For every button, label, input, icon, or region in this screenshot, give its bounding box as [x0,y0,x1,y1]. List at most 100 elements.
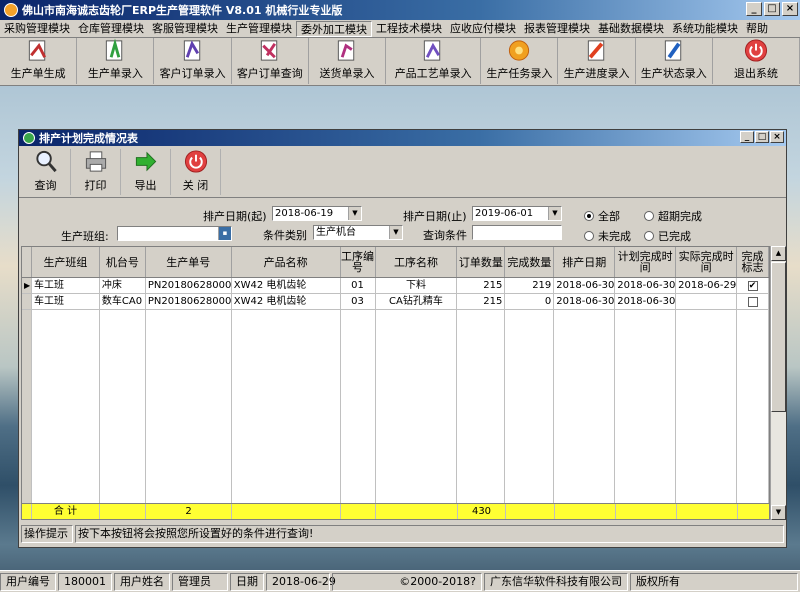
scroll-down-icon[interactable]: ▼ [771,505,786,520]
team-field[interactable]: ▪ [117,226,232,241]
cell-proc-name[interactable]: 下料 [376,278,458,293]
menu-base-data[interactable]: 基础数据模块 [594,21,668,37]
cell-team[interactable]: 车工班 [32,278,100,293]
col-header[interactable]: 机台号 [100,247,146,277]
progress-entry-button[interactable]: 生产进度录入 [558,38,636,84]
close-report-button[interactable]: 关 闭 [171,148,221,195]
customer-order-query-button[interactable]: 客户订单查询 [232,38,309,84]
row-indicator [22,294,32,309]
table-scrollbar[interactable]: ▲ ▼ [770,246,786,520]
total-qty: 430 [458,504,506,519]
user-name-label: 用户姓名 [114,572,170,591]
chevron-down-icon[interactable]: ▼ [389,226,402,239]
scroll-up-icon[interactable]: ▲ [771,246,786,261]
menu-warehouse[interactable]: 仓库管理模块 [74,21,148,37]
cell-team[interactable]: 车工班 [32,294,100,309]
menu-system[interactable]: 系统功能模块 [668,21,742,37]
radio-completed[interactable]: 已完成 [644,228,691,244]
radio-incomplete[interactable]: 未完成 [584,228,631,244]
menu-help[interactable]: 帮助 [742,21,772,37]
cell-proc-no[interactable]: 01 [341,278,376,293]
minimize-button[interactable]: _ [746,2,762,16]
cell-actual[interactable]: 2018-06-29 [676,278,738,293]
child-minimize-button[interactable]: _ [740,131,754,143]
child-close-button[interactable]: × [770,131,784,143]
cell-sched[interactable]: 2018-06-30 [554,278,616,293]
condition-type-select[interactable]: 生产机台 ▼ [313,225,403,240]
col-header[interactable]: 生产班组 [32,247,100,277]
process-sheet-button[interactable]: 产品工艺单录入 [386,38,482,84]
cell-plan[interactable]: 2018-06-30 [615,294,677,309]
cell-product[interactable]: XW42 电机齿轮 [232,278,341,293]
menu-reports[interactable]: 报表管理模块 [520,21,594,37]
cell-machine[interactable]: 冲床 [100,278,146,293]
cell-actual[interactable] [676,294,738,309]
cell-proc-name[interactable]: CA钻孔精车 [376,294,458,309]
production-task-button[interactable]: 生产任务录入 [481,38,559,84]
radio-all[interactable]: 全部 [584,208,620,224]
cell-plan[interactable]: 2018-06-30 [615,278,677,293]
cell-order-no[interactable]: PN201806280001 [146,278,232,293]
maximize-button[interactable]: □ [764,2,780,16]
delivery-note-button[interactable]: 送货单录入 [309,38,387,84]
menu-purchase[interactable]: 采购管理模块 [0,21,74,37]
menu-receivable-payable[interactable]: 应收应付模块 [446,21,520,37]
chevron-down-icon[interactable]: ▼ [548,207,561,220]
date-from-field[interactable]: 2018-06-19 ▼ [272,206,362,221]
delivery-note-icon [337,40,355,61]
generate-order-button[interactable]: 生产单生成 [0,38,78,84]
status-entry-button[interactable]: 生产状态录入 [636,38,713,84]
scroll-thumb[interactable] [771,262,786,412]
cell-done[interactable]: 219 [505,278,555,293]
table-row[interactable]: ▶ 车工班 冲床 PN201806280001 XW42 电机齿轮 01 下料 … [22,278,769,294]
production-task-icon [509,40,530,61]
copyright: ©2000-2018? [332,572,482,591]
menu-customer-service[interactable]: 客服管理模块 [148,21,222,37]
col-header[interactable]: 计划完成时间 [615,247,677,277]
cell-machine[interactable]: 数车CA0 [100,294,146,309]
table-row[interactable]: 车工班 数车CA0 PN201806280001 XW42 电机齿轮 03 CA… [22,294,769,310]
close-button[interactable]: × [782,2,798,16]
total-cell [616,504,677,519]
cell-sched[interactable]: 2018-06-30 [554,294,616,309]
user-name-value: 管理员 [172,572,228,591]
cell-flag[interactable]: ✔ [737,278,769,293]
cell-done[interactable]: 0 [505,294,555,309]
export-button[interactable]: 导出 [121,148,171,195]
completion-checkbox[interactable]: ✔ [747,281,758,291]
total-count: 2 [146,504,232,519]
report-window-icon [23,132,35,144]
col-header[interactable]: 完成标志 [737,247,769,277]
menu-outsourcing[interactable]: 委外加工模块 [296,20,372,37]
cell-product[interactable]: XW42 电机齿轮 [232,294,341,309]
print-button[interactable]: 打印 [71,148,121,195]
chevron-down-icon[interactable]: ▼ [348,207,361,220]
cell-proc-no[interactable]: 03 [341,294,376,309]
order-entry-button[interactable]: 生产单录入 [77,38,155,84]
col-header[interactable]: 完成数量 [505,247,555,277]
lookup-icon[interactable]: ▪ [218,227,231,240]
query-button[interactable]: 查询 [21,148,71,195]
child-maximize-button[interactable]: □ [755,131,769,143]
progress-entry-icon [587,40,604,61]
date-to-field[interactable]: 2019-06-01 ▼ [472,206,562,221]
col-header[interactable]: 产品名称 [232,247,341,277]
cell-order-no[interactable]: PN201806280001 [146,294,232,309]
cell-qty[interactable]: 215 [457,294,506,309]
radio-overdue[interactable]: 超期完成 [644,208,702,224]
toolbar-label: 产品工艺单录入 [394,67,472,80]
col-header[interactable]: 工序名称 [376,247,458,277]
cell-qty[interactable]: 215 [457,278,506,293]
col-header[interactable]: 订单数量 [457,247,506,277]
col-header[interactable]: 生产单号 [146,247,232,277]
exit-system-button[interactable]: 退出系统 [713,38,800,84]
col-header[interactable]: 实际完成时间 [676,247,738,277]
col-header[interactable]: 工序编号 [341,247,376,277]
query-condition-input[interactable] [472,225,562,240]
menu-engineering[interactable]: 工程技术模块 [372,21,446,37]
menu-production[interactable]: 生产管理模块 [222,21,296,37]
col-header[interactable]: 排产日期 [554,247,616,277]
cell-flag[interactable] [737,294,769,309]
customer-order-entry-button[interactable]: 客户订单录入 [154,38,232,84]
completion-checkbox[interactable] [747,297,758,307]
